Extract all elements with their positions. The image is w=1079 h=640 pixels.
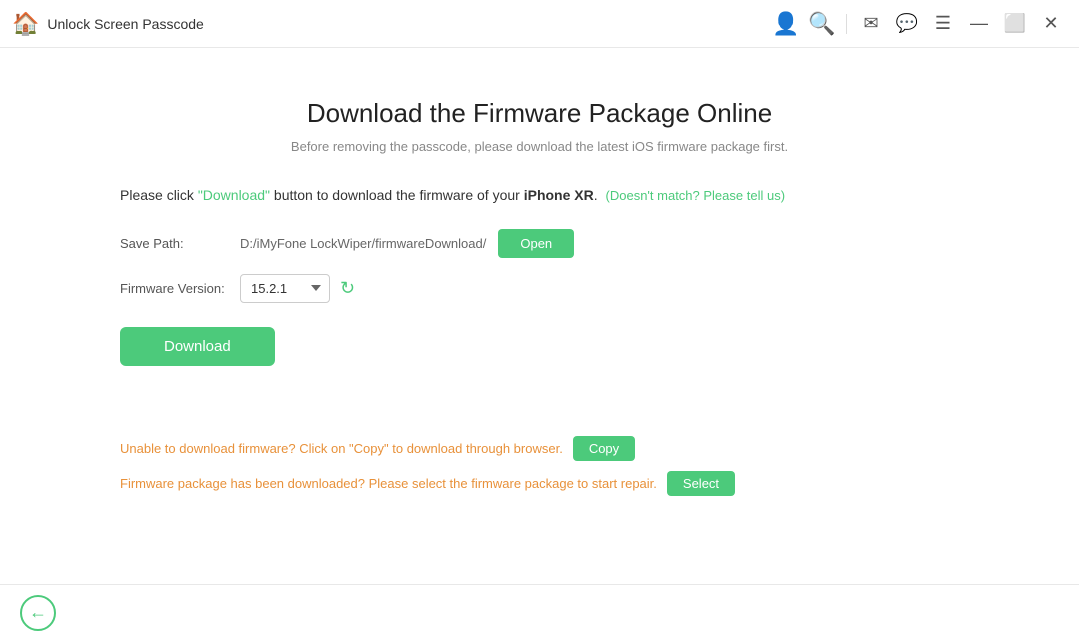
device-name: iPhone XR (524, 187, 594, 203)
instruction-period: . (594, 187, 598, 203)
menu-icon[interactable]: ☰ (927, 8, 959, 40)
close-button[interactable]: ✕ (1035, 8, 1067, 40)
title-bar-divider (846, 14, 847, 34)
bottom-notes: Unable to download firmware? Click on "C… (120, 436, 959, 496)
save-path-row: Save Path: D:/iMyFone LockWiper/firmware… (120, 229, 959, 258)
mail-icon[interactable]: ✉ (855, 8, 887, 40)
header-section: Download the Firmware Package Online Bef… (40, 48, 1039, 184)
app-logo-icon: 🏠 (12, 11, 39, 37)
save-path-value: D:/iMyFone LockWiper/firmwareDownload/ (240, 236, 486, 251)
select-note-row: Firmware package has been downloaded? Pl… (120, 471, 959, 496)
content-section: Please click "Download" button to downlo… (40, 184, 1039, 506)
title-bar: 🏠 Unlock Screen Passcode 👤 🔍 ✉ 💬 ☰ — ⬜ ✕ (0, 0, 1079, 48)
copy-note-row: Unable to download firmware? Click on "C… (120, 436, 959, 461)
page-title: Download the Firmware Package Online (40, 98, 1039, 129)
refresh-icon[interactable]: ↻ (340, 278, 355, 299)
copy-note-text: Unable to download firmware? Click on "C… (120, 441, 563, 456)
page-subtitle: Before removing the passcode, please dow… (40, 139, 1039, 154)
select-button[interactable]: Select (667, 471, 735, 496)
firmware-version-label: Firmware Version: (120, 281, 240, 296)
main-content: Download the Firmware Package Online Bef… (0, 48, 1079, 584)
firmware-version-row: Firmware Version: 15.2.1 15.2 15.1 15.0 … (120, 274, 959, 303)
title-bar-left: 🏠 Unlock Screen Passcode (12, 11, 204, 37)
download-button[interactable]: Download (120, 327, 275, 366)
copy-button[interactable]: Copy (573, 436, 635, 461)
search-tool-icon[interactable]: 🔍 (806, 8, 838, 40)
instruction-middle: button to download the firmware of your (270, 187, 524, 203)
maximize-button[interactable]: ⬜ (999, 8, 1031, 40)
back-arrow-icon: ← (29, 602, 47, 623)
instruction-text: Please click "Download" button to downlo… (120, 184, 959, 207)
instruction-click-word: "Download" (198, 187, 270, 203)
instruction-prefix: Please click (120, 187, 198, 203)
select-note-text: Firmware package has been downloaded? Pl… (120, 476, 657, 491)
minimize-button[interactable]: — (963, 8, 995, 40)
doesnt-match-link[interactable]: (Doesn't match? Please tell us) (606, 188, 786, 203)
open-folder-button[interactable]: Open (498, 229, 574, 258)
firmware-version-select[interactable]: 15.2.1 15.2 15.1 15.0 14.8 (240, 274, 330, 303)
title-bar-controls: 👤 🔍 ✉ 💬 ☰ — ⬜ ✕ (770, 8, 1067, 40)
user-profile-icon[interactable]: 👤 (770, 8, 802, 40)
app-title: Unlock Screen Passcode (47, 16, 203, 32)
chat-icon[interactable]: 💬 (891, 8, 923, 40)
save-path-label: Save Path: (120, 236, 240, 251)
back-button[interactable]: ← (20, 595, 56, 631)
footer: ← (0, 584, 1079, 640)
